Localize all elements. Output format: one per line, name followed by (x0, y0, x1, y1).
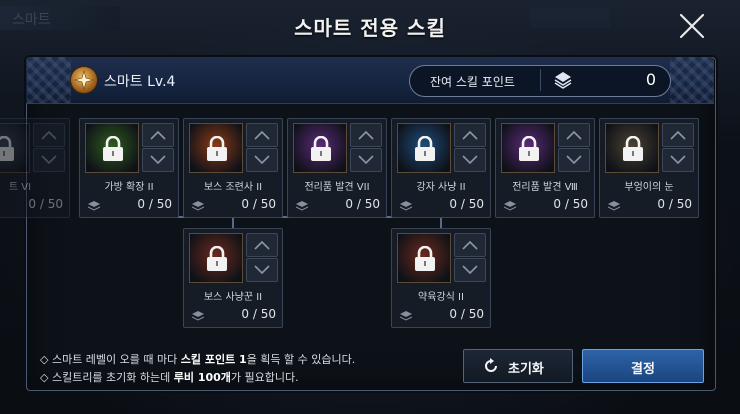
skill-increase-button[interactable] (350, 123, 382, 147)
skill-decrease-button[interactable] (350, 148, 382, 172)
reset-icon (485, 358, 497, 372)
skill-increase-button[interactable] (454, 233, 486, 257)
skill-name: 보스 사냥꾼 II (203, 292, 263, 303)
skill-decrease-button[interactable] (142, 148, 174, 172)
skill-point-mini-icon (608, 201, 620, 211)
skill-increase-button[interactable] (454, 123, 486, 147)
skill-increase-button[interactable] (246, 233, 278, 257)
skill-points: 0 / 50 (137, 197, 172, 211)
skill-points: 0 / 50 (345, 197, 380, 211)
skill-icon[interactable] (397, 123, 451, 173)
skill-point-mini-icon (192, 201, 204, 211)
header-ornament-right (670, 57, 714, 103)
confirm-label: 결정 (631, 362, 655, 377)
skill-name: 가방 확장 II (104, 182, 154, 193)
skill-name: 전리품 발견 Ⅷ (512, 182, 578, 193)
skill-icon[interactable] (85, 123, 139, 173)
skill-slot[interactable]: 약육강식 II 0 / 50 (391, 228, 491, 328)
skill-icon[interactable] (605, 123, 659, 173)
skill-slot[interactable]: 강자 사냥 II 0 / 50 (391, 118, 491, 218)
skill-name: 보스 조련사 II (203, 182, 263, 193)
skill-points: 0 / 50 (449, 307, 484, 321)
skill-slot[interactable]: 전리품 발견 Ⅷ 0 / 50 (495, 118, 595, 218)
skill-decrease-button[interactable] (246, 258, 278, 282)
skill-icon[interactable] (0, 123, 30, 173)
skill-name: 전리품 발견 VII (304, 182, 370, 193)
skill-points: 0 / 50 (28, 197, 63, 211)
skill-icon[interactable] (293, 123, 347, 173)
skill-points: 0 / 50 (657, 197, 692, 211)
skill-icon[interactable] (189, 233, 243, 283)
skill-icon[interactable] (501, 123, 555, 173)
skill-decrease-button[interactable] (33, 148, 65, 172)
skill-decrease-button[interactable] (454, 258, 486, 282)
class-emblem-icon (71, 67, 97, 93)
skill-name: 강자 사냥 II (416, 182, 466, 193)
skill-point-mini-icon (504, 201, 516, 211)
skill-panel (26, 57, 716, 391)
info-line-2: ◇ 스킬트리를 초기화 하는데 루비 100개가 필요합니다. (40, 371, 299, 384)
skill-slot[interactable]: 부엉이의 눈 0 / 50 (599, 118, 699, 218)
skill-points-divider (540, 69, 541, 91)
skill-name: 부엉이의 눈 (624, 182, 674, 193)
skill-slot[interactable]: 전리품 발견 VII 0 / 50 (287, 118, 387, 218)
skill-increase-button[interactable] (142, 123, 174, 147)
skill-decrease-button[interactable] (454, 148, 486, 172)
confirm-button[interactable]: 결정 (582, 349, 704, 383)
skill-points: 0 / 50 (241, 307, 276, 321)
skill-points-label: 잔여 스킬 포인트 (430, 75, 515, 89)
reset-label: 초기화 (508, 362, 544, 377)
close-button[interactable] (676, 10, 708, 42)
class-level: 스마트 Lv.4 (104, 74, 176, 90)
skill-points: 0 / 50 (241, 197, 276, 211)
skill-name: 약육강식 II (418, 292, 464, 303)
skill-slot[interactable]: 보스 사냥꾼 II 0 / 50 (183, 228, 283, 328)
skill-decrease-button[interactable] (558, 148, 590, 172)
skill-increase-button[interactable] (246, 123, 278, 147)
skill-slot[interactable]: 보스 조련사 II 0 / 50 (183, 118, 283, 218)
skill-increase-button[interactable] (558, 123, 590, 147)
header-ornament-left (27, 57, 71, 103)
skill-icon[interactable] (397, 233, 451, 283)
skill-increase-button[interactable] (33, 123, 65, 147)
skill-points: 0 / 50 (449, 197, 484, 211)
popup-title: 스마트 전용 스킬 (294, 16, 446, 40)
skill-slot[interactable]: 트 VI 0 / 50 (0, 118, 70, 218)
reset-button[interactable]: 초기화 (463, 349, 573, 383)
skill-point-mini-icon (192, 311, 204, 321)
skill-points: 0 / 50 (553, 197, 588, 211)
skill-decrease-button[interactable] (246, 148, 278, 172)
skill-decrease-button[interactable] (662, 148, 694, 172)
skill-increase-button[interactable] (662, 123, 694, 147)
skill-point-mini-icon (88, 201, 100, 211)
skill-name: 트 VI (8, 182, 32, 193)
close-icon (679, 13, 705, 39)
info-line-1: ◇ 스마트 레벨이 오를 때 마다 스킬 포인트 1을 획득 할 수 있습니다. (40, 353, 356, 366)
skill-point-mini-icon (296, 201, 308, 211)
skill-point-mini-icon (400, 311, 412, 321)
skill-slot[interactable]: 가방 확장 II 0 / 50 (79, 118, 179, 218)
skill-points-value: 0 (645, 70, 656, 89)
skill-icon[interactable] (189, 123, 243, 173)
skill-point-mini-icon (400, 201, 412, 211)
